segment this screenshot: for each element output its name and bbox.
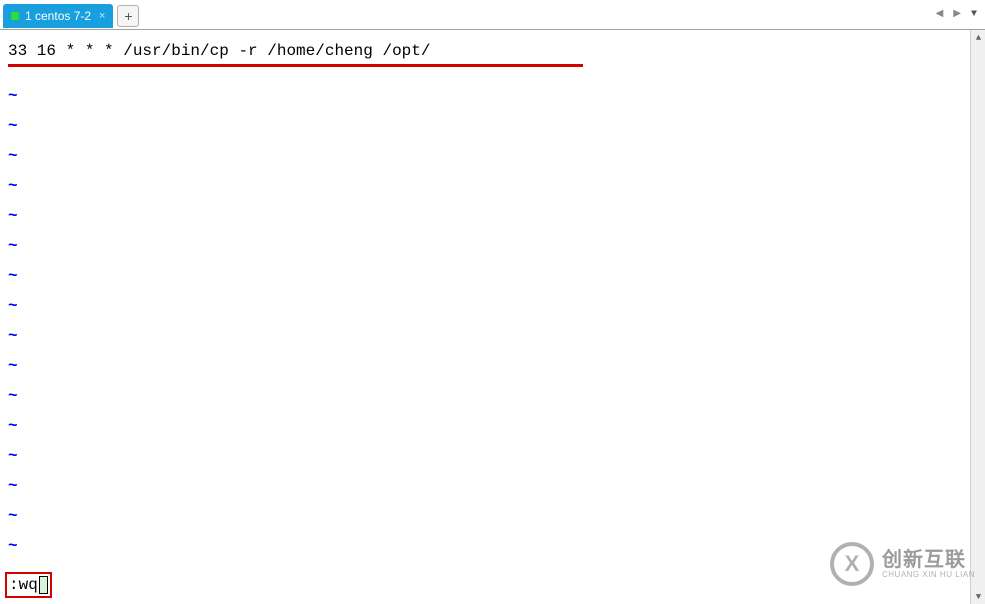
tab-bar: 1 centos 7-2 × + ◀ ▶ ▼	[0, 0, 985, 30]
empty-line-tilde: ~	[8, 141, 977, 171]
empty-line-tilde: ~	[8, 291, 977, 321]
empty-line-tilde: ~	[8, 111, 977, 141]
plus-icon: +	[124, 8, 132, 24]
nav-left-icon[interactable]: ◀	[934, 6, 946, 22]
empty-line-tilde: ~	[8, 471, 977, 501]
close-icon[interactable]: ×	[97, 10, 105, 22]
empty-line-tilde: ~	[8, 441, 977, 471]
scroll-up-icon[interactable]: ▲	[971, 30, 985, 45]
empty-line-tilde: ~	[8, 171, 977, 201]
empty-line-tilde: ~	[8, 261, 977, 291]
empty-line-tilde: ~	[8, 381, 977, 411]
watermark: X 创新互联 CHUANG XIN HU LIAN	[830, 542, 975, 586]
add-tab-button[interactable]: +	[117, 5, 139, 27]
cursor-icon	[39, 576, 48, 594]
empty-line-tilde: ~	[8, 201, 977, 231]
tab-label: 1 centos 7-2	[25, 9, 91, 23]
scroll-down-icon[interactable]: ▼	[971, 589, 985, 604]
dropdown-icon[interactable]: ▼	[969, 7, 979, 22]
vertical-scrollbar[interactable]: ▲ ▼	[970, 30, 985, 604]
status-dot-icon	[11, 12, 19, 20]
empty-line-tilde: ~	[8, 81, 977, 111]
tab-active[interactable]: 1 centos 7-2 ×	[3, 4, 113, 28]
editor-content: 33 16 * * * /usr/bin/cp -r /home/cheng /…	[0, 30, 985, 561]
watermark-cn: 创新互联	[882, 549, 975, 571]
vim-command[interactable]: :wq	[9, 576, 38, 594]
nav-right-icon[interactable]: ▶	[951, 6, 963, 22]
highlight-underline	[8, 64, 583, 67]
watermark-en: CHUANG XIN HU LIAN	[882, 571, 975, 580]
empty-line-tilde: ~	[8, 321, 977, 351]
command-line-box: :wq	[5, 572, 52, 598]
editor-area[interactable]: ▲ ▼ 33 16 * * * /usr/bin/cp -r /home/che…	[0, 30, 985, 604]
empty-line-tilde: ~	[8, 231, 977, 261]
empty-line-tilde: ~	[8, 351, 977, 381]
watermark-logo-icon: X	[830, 542, 874, 586]
empty-line-tilde: ~	[8, 411, 977, 441]
empty-lines: ~~~~~~~~~~~~~~~~	[8, 81, 977, 561]
empty-line-tilde: ~	[8, 501, 977, 531]
tabbar-right-controls: ◀ ▶ ▼	[934, 6, 979, 22]
